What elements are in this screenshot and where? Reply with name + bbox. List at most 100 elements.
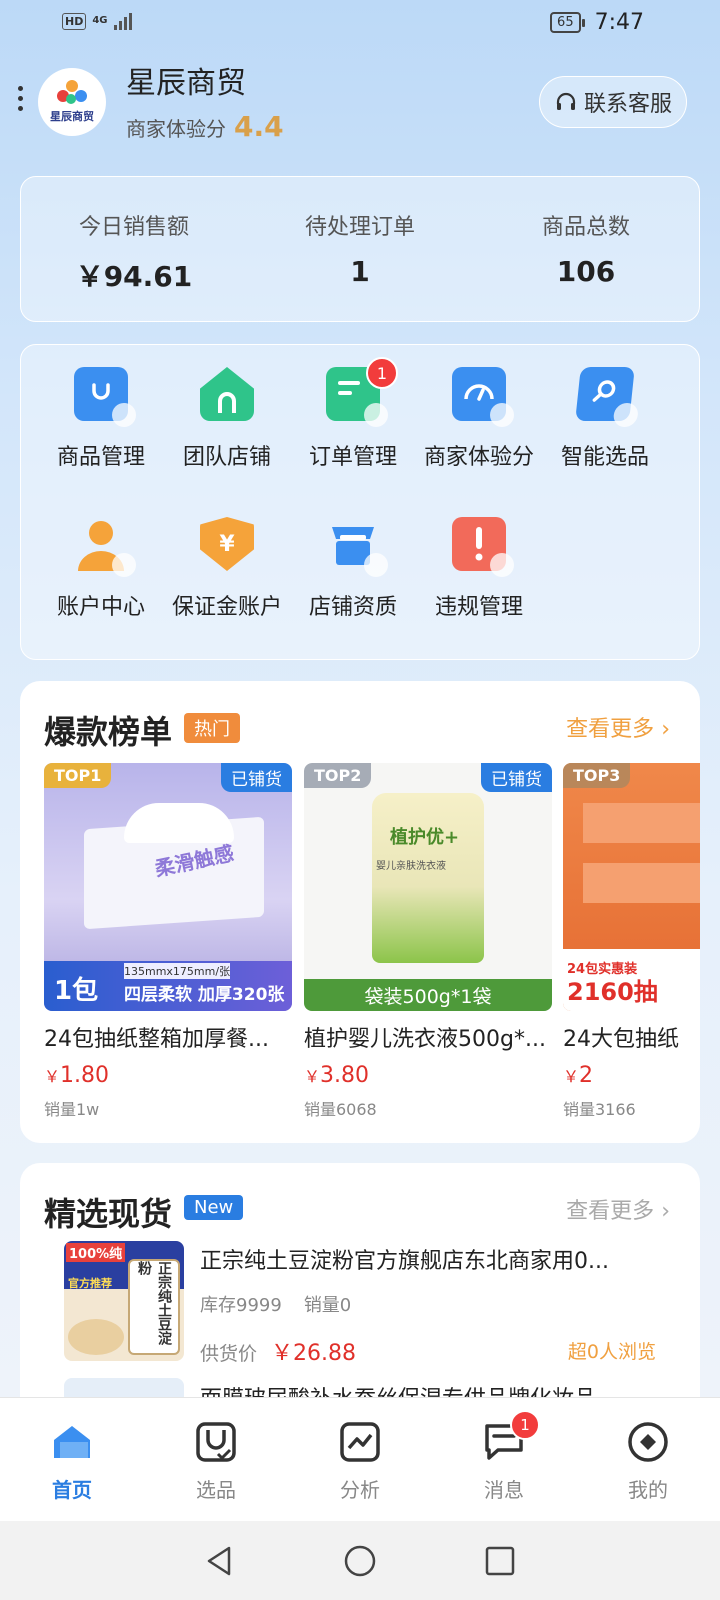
shop-header: 星辰商贸 星辰商贸 商家体验分 4.4 联系客服 [0, 58, 720, 148]
image-tag: 官方推荐 [68, 1277, 112, 1290]
hd-indicator: HD [62, 12, 87, 30]
price-value: 3.80 [320, 1063, 369, 1088]
logo-mark-icon [57, 80, 87, 106]
order-icon: 1 [326, 357, 398, 427]
stat-value: 1 [350, 255, 370, 288]
home-icon [48, 1418, 96, 1466]
chevron-right-icon: › [661, 1199, 670, 1224]
stat-value: ￥94.61 [75, 260, 193, 293]
recents-icon[interactable] [476, 1537, 524, 1585]
tool-label: 保证金账户 [171, 595, 282, 620]
signal-icon [113, 12, 132, 30]
tool-product-management[interactable]: 商品管理 [37, 367, 165, 471]
image-size: 135mmx175mm/张 [124, 963, 231, 979]
product-sales: 销量3166 [563, 1100, 636, 1119]
shop-name: 星辰商贸 [126, 66, 246, 101]
tab-label: 消息 [484, 1478, 524, 1502]
tab-select[interactable]: 选品 [144, 1398, 288, 1521]
shelf-tag: 已铺货 [481, 763, 552, 792]
view-more-link[interactable]: 查看更多 › [566, 1193, 670, 1225]
select-icon [192, 1418, 240, 1466]
experience-score[interactable]: 商家体验分 4.4 [126, 110, 284, 143]
goods-name[interactable]: 正宗纯土豆淀粉官方旗舰店东北商家用0... [200, 1243, 640, 1275]
stat-sales[interactable]: 今日销售额 ￥94.61 [21, 177, 247, 321]
tool-experience-score[interactable]: 商家体验分 [415, 367, 543, 471]
stat-label: 今日销售额 [78, 215, 189, 240]
rank-tag: TOP1 [44, 763, 112, 788]
shop-logo[interactable]: 星辰商贸 [38, 68, 106, 136]
tool-deposit-account[interactable]: ¥ 保证金账户 [163, 517, 291, 621]
store-icon [326, 517, 388, 577]
logo-text: 星辰商贸 [50, 110, 94, 123]
chart-icon [336, 1418, 384, 1466]
new-tag: New [184, 1195, 244, 1220]
home-button-icon[interactable] [336, 1537, 384, 1585]
tab-home[interactable]: 首页 [0, 1398, 144, 1521]
product-card[interactable]: 24包实惠装 2160抽 TOP3 24大包抽纸 ￥2 销量3166 [563, 763, 700, 1120]
stat-value: 106 [556, 255, 616, 288]
tab-label: 选品 [196, 1478, 236, 1502]
score-value: 4.4 [234, 110, 284, 143]
currency: ￥ [44, 1067, 61, 1086]
chevron-right-icon: › [661, 717, 670, 742]
view-more-link[interactable]: 查看更多 › [566, 711, 670, 743]
gauge-icon [452, 367, 514, 427]
back-icon[interactable] [196, 1537, 244, 1585]
tool-store-qualification[interactable]: 店铺资质 [289, 517, 417, 621]
price-value: 1.80 [60, 1063, 109, 1088]
more-menu-icon[interactable] [18, 86, 23, 111]
image-caption: 袋装500g*1袋 [304, 979, 552, 1011]
product-price: ￥2 [563, 1063, 700, 1088]
product-carousel[interactable]: 柔滑触感 1包 135mmx175mm/张 四层柔软 加厚320张 TOP1 已… [44, 763, 700, 1133]
product-name: 24大包抽纸 [563, 1027, 679, 1052]
stat-product-count[interactable]: 商品总数 106 [473, 177, 699, 321]
tool-label: 违规管理 [434, 595, 523, 620]
tools-grid: 商品管理 团队店铺 1 订单管理 商家体验分 智能选品 账户中心 ¥ 保证金账户… [20, 344, 700, 660]
tab-label: 分析 [340, 1478, 380, 1502]
svg-text:¥: ¥ [219, 532, 235, 557]
stat-label: 商品总数 [541, 215, 630, 240]
tab-label: 我的 [628, 1478, 668, 1502]
tool-account-center[interactable]: 账户中心 [37, 517, 165, 621]
product-card[interactable]: 植护优+ 婴儿亲肤洗衣液 袋装500g*1袋 TOP2 已铺货 植护婴儿洗衣液5… [304, 763, 552, 1120]
product-card[interactable]: 柔滑触感 1包 135mmx175mm/张 四层柔软 加厚320张 TOP1 已… [44, 763, 292, 1120]
bottom-tab-bar: 首页 选品 分析 1 消息 我的 [0, 1397, 720, 1521]
goods-sales: 销量0 [303, 1295, 352, 1316]
stat-pending-orders[interactable]: 待处理订单 1 [247, 177, 473, 321]
tool-team-store[interactable]: 团队店铺 [163, 367, 291, 471]
tool-violation-management[interactable]: 违规管理 [415, 517, 543, 621]
section-title: 精选现货 [44, 1195, 173, 1233]
contact-service-button[interactable]: 联系客服 [538, 76, 687, 128]
image-badge: 100%纯 [66, 1243, 126, 1262]
stat-label: 待处理订单 [304, 215, 415, 240]
product-image: 植护优+ 婴儿亲肤洗衣液 袋装500g*1袋 TOP2 已铺货 [304, 763, 552, 1011]
tab-profile[interactable]: 我的 [576, 1398, 720, 1521]
rank-tag: TOP3 [563, 763, 631, 788]
goods-price: ￥26.88 [271, 1341, 356, 1366]
hot-tag: 热门 [184, 713, 240, 743]
order-badge: 1 [366, 357, 398, 389]
tool-label: 商家体验分 [423, 445, 534, 470]
tab-analysis[interactable]: 分析 [288, 1398, 432, 1521]
hot-list-section: 爆款榜单 热门 查看更多 › 柔滑触感 1包 135mmx175mm/张 四层柔… [20, 681, 700, 1143]
contact-service-label: 联系客服 [583, 92, 672, 117]
view-more-label: 查看更多 [566, 717, 655, 742]
shield-yen-icon: ¥ [200, 517, 254, 571]
tool-smart-select[interactable]: 智能选品 [541, 367, 669, 471]
tool-order-management[interactable]: 1 订单管理 [289, 357, 417, 471]
product-name: 植护婴儿洗衣液500g*... [304, 1027, 546, 1052]
user-icon [74, 517, 136, 577]
goods-image[interactable]: 100%纯 官方推荐 正宗纯土豆淀粉 [64, 1241, 184, 1361]
profile-icon [624, 1418, 672, 1466]
product-price: ￥1.80 [44, 1063, 292, 1088]
status-bar: HD 4G 65 7:47 [0, 0, 720, 48]
shelf-tag: 已铺货 [221, 763, 292, 792]
tool-label: 订单管理 [308, 445, 397, 470]
tab-messages[interactable]: 1 消息 [432, 1398, 576, 1521]
image-subtitle: 婴儿亲肤洗衣液 [376, 861, 446, 872]
image-title: 植护优+ [390, 827, 460, 848]
product-price: ￥3.80 [304, 1063, 552, 1088]
tool-label: 商品管理 [56, 445, 145, 470]
tool-label: 店铺资质 [308, 595, 397, 620]
score-label: 商家体验分 [126, 117, 226, 141]
